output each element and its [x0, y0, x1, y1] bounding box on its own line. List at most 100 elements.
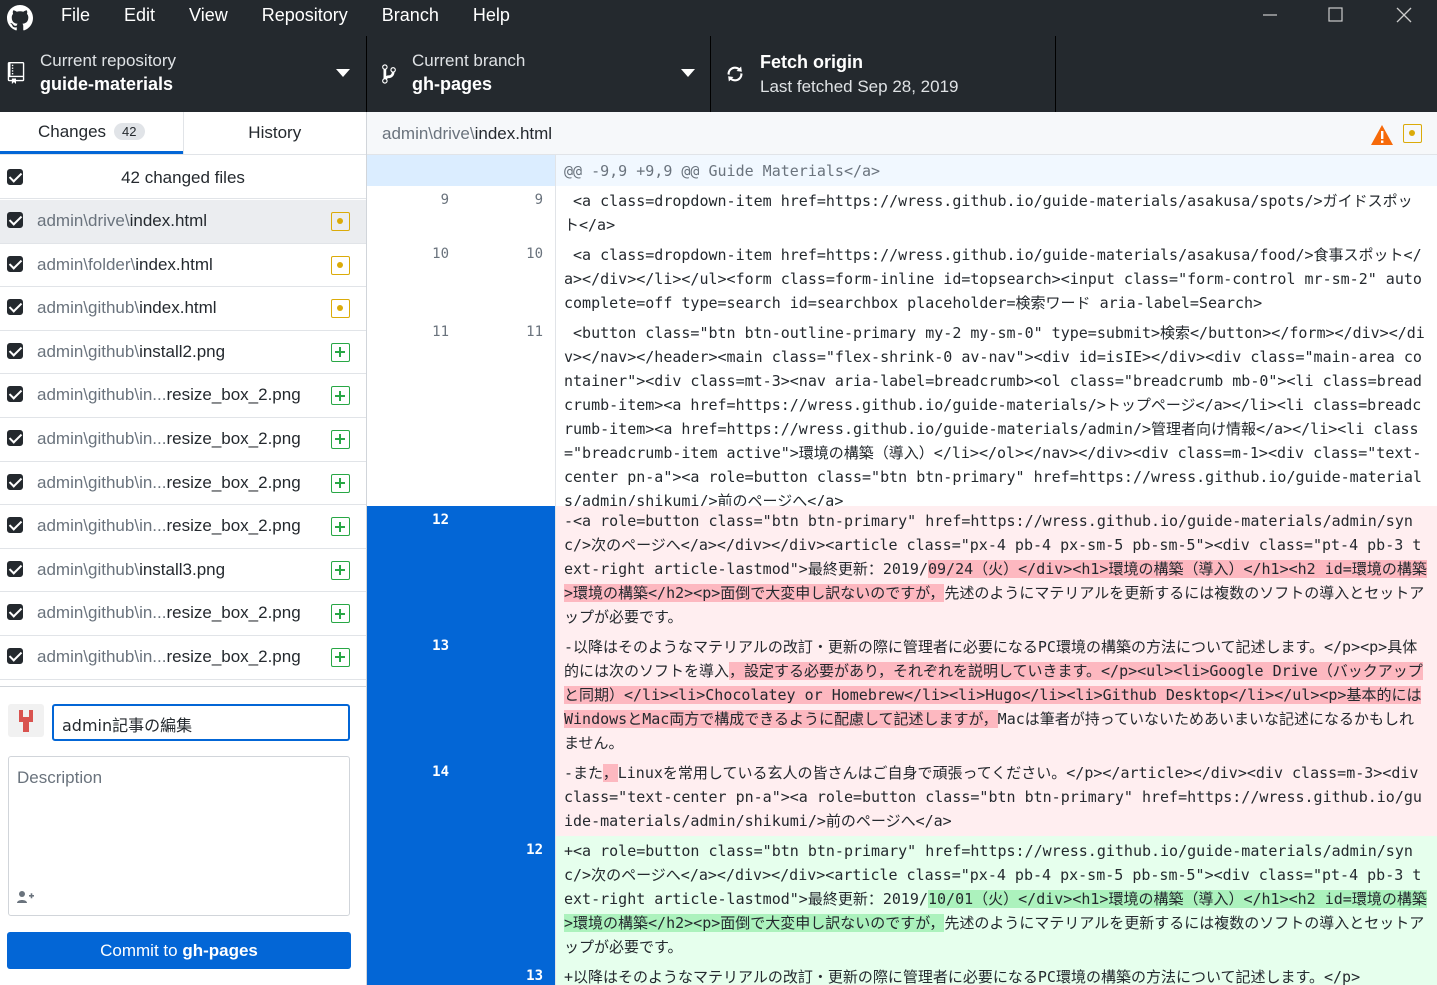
old-line-number[interactable]: 13 [367, 632, 461, 758]
file-checkbox[interactable] [7, 212, 23, 228]
file-checkbox[interactable] [7, 342, 23, 359]
line-code: <a class=dropdown-item href=https://wres… [555, 240, 1437, 318]
file-checkbox[interactable] [7, 647, 23, 664]
file-name: index.html [135, 254, 213, 274]
diff-line[interactable]: 13 +以降はそのようなマテリアルの改訂・更新の際に管理者に必要になるPC環境の構… [367, 962, 1437, 985]
changed-files-count: 42 changed files [121, 168, 245, 187]
tab-history[interactable]: History [182, 112, 367, 154]
file-path: admin\github\install2.png [37, 342, 225, 362]
modified-status-icon [331, 212, 350, 231]
menu-file[interactable]: File [44, 0, 107, 36]
description-placeholder: Description [17, 768, 103, 787]
old-line-number[interactable] [367, 962, 461, 985]
new-line-number[interactable] [461, 758, 555, 836]
line-text: <button class="btn btn-outline-primary m… [564, 324, 1425, 510]
diff-line[interactable]: 13 -以降はそのようなマテリアルの改訂・更新の際に管理者に必要になるPC環境の構… [367, 632, 1437, 758]
warning-icon [1371, 125, 1393, 145]
file-row[interactable]: admin\github\install2.png [0, 331, 366, 375]
file-row[interactable]: admin\folder\index.html [0, 244, 366, 288]
added-status-icon [331, 647, 350, 667]
old-line-number[interactable]: 9 [367, 186, 461, 240]
line-code: +<a role=button class="btn btn-primary" … [555, 836, 1437, 962]
new-line-number[interactable] [461, 506, 555, 632]
file-dir: admin\github\in... [37, 428, 167, 448]
new-line-number[interactable] [461, 632, 555, 758]
sidebar-tabs: Changes 42 History [0, 112, 366, 155]
modified-status-icon [1403, 124, 1422, 143]
file-checkbox[interactable] [7, 429, 23, 446]
close-button[interactable] [1374, 0, 1434, 30]
file-row[interactable]: admin\github\in...resize_box_2.png [0, 505, 366, 549]
diff-file-dir: admin\drive\ [382, 124, 475, 143]
changes-count-badge: 42 [114, 123, 145, 140]
file-checkbox[interactable] [7, 299, 23, 316]
diff-file-path: admin\drive\index.html [382, 124, 552, 144]
file-checkbox[interactable] [7, 517, 23, 534]
commit-description-input[interactable]: Description [8, 756, 350, 916]
line-text: Linuxを常用している玄人の皆さんはご自身で頑張ってください。</p></ar… [564, 764, 1428, 830]
file-path: admin\github\in...resize_box_2.png [37, 603, 301, 623]
old-line-number[interactable] [367, 836, 461, 962]
file-row[interactable]: admin\github\install3.png [0, 549, 366, 593]
file-dir: admin\github\ [37, 298, 140, 318]
file-checkbox[interactable] [7, 604, 23, 621]
line-text: <a class=dropdown-item href=https://wres… [564, 246, 1422, 312]
menu-edit[interactable]: Edit [107, 0, 172, 36]
file-name: resize_box_2.png [166, 472, 301, 492]
commit-button[interactable]: Commit to gh-pages [7, 932, 351, 969]
chevron-down-icon [336, 69, 350, 77]
maximize-button[interactable] [1306, 0, 1366, 30]
new-line-number[interactable]: 11 [461, 318, 555, 506]
old-line-number[interactable]: 14 [367, 758, 461, 836]
menu-bar: File Edit View Repository Branch Help [44, 0, 527, 36]
diff-line[interactable]: 10 10 <a class=dropdown-item href=https:/… [367, 240, 1437, 318]
current-branch-button[interactable]: Current branch gh-pages [367, 36, 711, 112]
file-row[interactable]: admin\github\in...resize_box_2.png [0, 418, 366, 462]
minimize-button[interactable] [1240, 0, 1300, 30]
old-line-number[interactable]: 11 [367, 318, 461, 506]
file-dir: admin\github\in... [37, 516, 167, 536]
commit-panel: admin記事の編集 Description Commit to gh-page… [0, 686, 366, 985]
file-path: admin\github\in...resize_box_2.png [37, 647, 301, 667]
new-line-number[interactable]: 9 [461, 186, 555, 240]
diff-line[interactable]: 14 -また，Linuxを常用している玄人の皆さんはご自身で頑張ってください。</… [367, 758, 1437, 836]
file-row[interactable]: admin\github\in...resize_box_2.png [0, 374, 366, 418]
file-path: admin\folder\index.html [37, 255, 213, 275]
file-path: admin\github\in...resize_box_2.png [37, 385, 301, 405]
toolbar: Current repository guide-materials Curre… [0, 36, 1437, 112]
file-name: resize_box_2.png [166, 385, 301, 405]
new-line-number[interactable]: 10 [461, 240, 555, 318]
file-checkbox[interactable] [7, 386, 23, 403]
file-row[interactable]: admin\drive\index.html [0, 200, 366, 244]
commit-summary-input[interactable]: admin記事の編集 [52, 704, 350, 741]
file-row[interactable]: admin\github\in...resize_box_2.png [0, 636, 366, 680]
diff-line[interactable]: 12 -<a role=button class="btn btn-primary… [367, 506, 1437, 632]
chevron-down-icon [681, 69, 695, 77]
menu-help[interactable]: Help [456, 0, 527, 36]
tab-changes[interactable]: Changes 42 [0, 112, 183, 154]
new-line-number[interactable]: 12 [461, 836, 555, 962]
line-code: <a class=dropdown-item href=https://wres… [555, 186, 1437, 240]
diff-line[interactable]: 12 +<a role=button class="btn btn-primary… [367, 836, 1437, 962]
file-row[interactable]: admin\github\index.html [0, 287, 366, 331]
file-checkbox[interactable] [7, 473, 23, 490]
file-row[interactable]: admin\github\in...resize_box_2.png [0, 592, 366, 636]
file-checkbox[interactable] [7, 255, 23, 272]
new-line-number[interactable]: 13 [461, 962, 555, 985]
file-checkbox[interactable] [7, 560, 23, 577]
diff-hunk-header: @@ -9,9 +9,9 @@ Guide Materials</a> [367, 155, 1437, 186]
file-name: resize_box_2.png [166, 428, 301, 448]
menu-view[interactable]: View [172, 0, 245, 36]
diff-line[interactable]: 11 11 <button class="btn btn-outline-prim… [367, 318, 1437, 510]
file-name: install2.png [139, 341, 226, 361]
diff-line[interactable]: 99 <a class=dropdown-item href=https://w… [367, 186, 1437, 240]
fetch-origin-button[interactable]: Fetch origin Last fetched Sep 28, 2019 [711, 36, 1056, 112]
menu-branch[interactable]: Branch [365, 0, 456, 36]
current-repository-button[interactable]: Current repository guide-materials [0, 36, 367, 112]
menu-repository[interactable]: Repository [245, 0, 365, 36]
add-coauthor-icon[interactable] [17, 890, 35, 904]
file-row[interactable]: admin\github\in...resize_box_2.png [0, 462, 366, 506]
old-line-number[interactable]: 10 [367, 240, 461, 318]
title-bar: File Edit View Repository Branch Help [0, 0, 1437, 36]
old-line-number[interactable]: 12 [367, 506, 461, 632]
